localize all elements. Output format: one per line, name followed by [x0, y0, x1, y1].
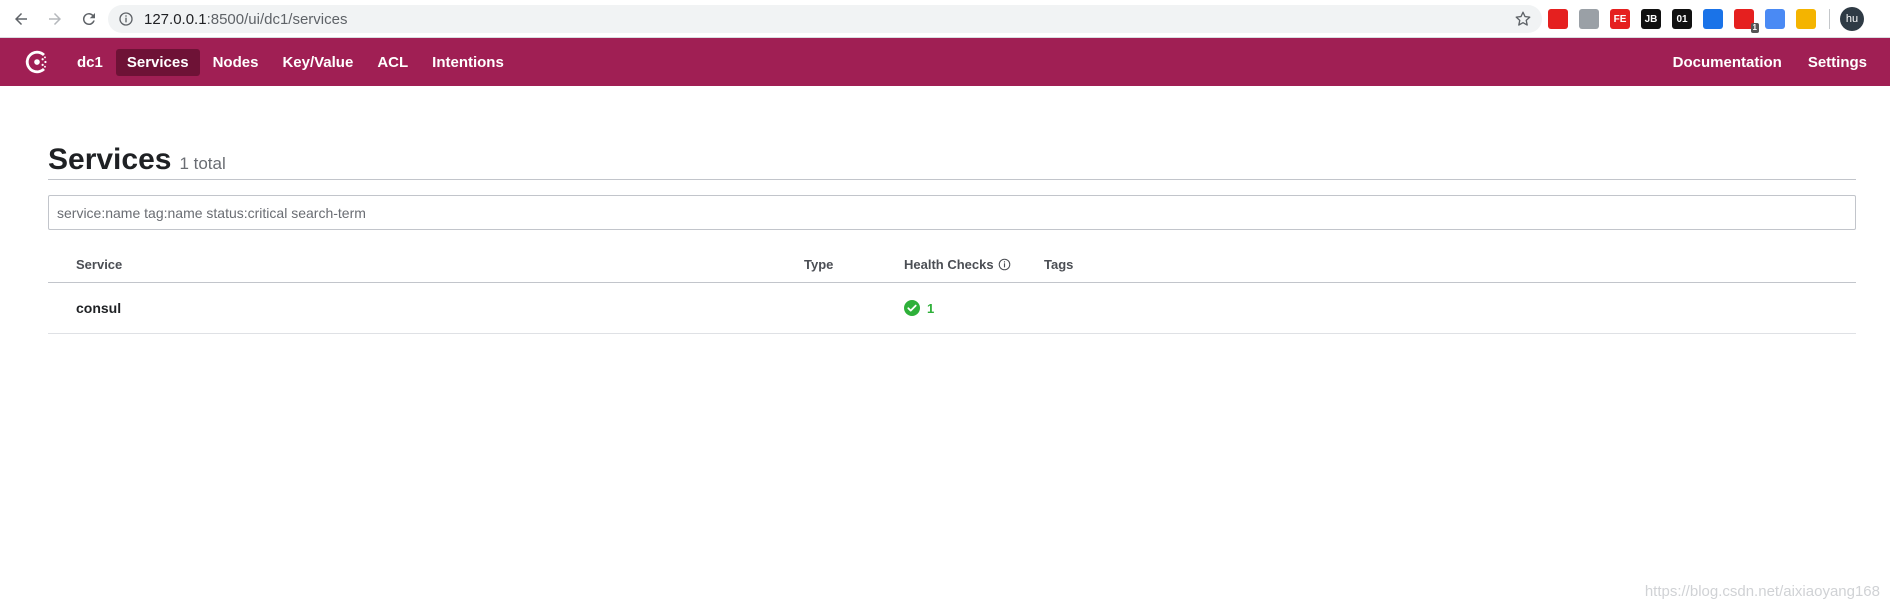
vue-icon[interactable] — [1703, 9, 1723, 29]
fe-icon[interactable]: FE — [1610, 9, 1630, 29]
consul-nav-bar: dc1 Services Nodes Key/Value ACL Intenti… — [0, 38, 1890, 86]
extension-badge: 1 — [1750, 23, 1759, 33]
translate-icon[interactable] — [1765, 9, 1785, 29]
nav-item-settings[interactable]: Settings — [1797, 49, 1878, 76]
column-header-type[interactable]: Type — [804, 257, 904, 272]
services-table: Service Type Health Checks Tags consul 1 — [48, 246, 1856, 334]
url-text: 127.0.0.1:8500/ui/dc1/services — [144, 10, 348, 28]
watermark-text: https://blog.csdn.net/aixiaoyang168 — [1644, 583, 1880, 600]
bookmark-star-icon[interactable] — [1514, 10, 1532, 28]
reload-icon[interactable] — [76, 6, 102, 32]
info-icon[interactable] — [998, 258, 1011, 271]
page-title: Services — [48, 143, 172, 176]
column-header-service[interactable]: Service — [48, 257, 804, 272]
adblock-icon[interactable] — [1548, 9, 1568, 29]
table-header: Service Type Health Checks Tags — [48, 246, 1856, 283]
page-header: Services 1 total — [48, 86, 1856, 180]
consul-logo-icon[interactable] — [22, 47, 52, 77]
nav-item-acl[interactable]: ACL — [366, 49, 419, 76]
column-header-tags[interactable]: Tags — [1044, 257, 1856, 272]
jb-icon[interactable]: JB — [1641, 9, 1661, 29]
browser-toolbar: 127.0.0.1:8500/ui/dc1/services FE JB 01 1 h… — [0, 0, 1890, 38]
health-cell: 1 — [904, 300, 1044, 316]
profile-avatar[interactable]: hu — [1840, 7, 1864, 31]
column-header-health-label: Health Checks — [904, 256, 994, 272]
service-cell: consul — [48, 300, 804, 316]
check-circle-icon — [904, 300, 920, 316]
01-label: 01 — [1676, 13, 1688, 25]
jb-label: JB — [1644, 13, 1658, 25]
column-header-health[interactable]: Health Checks — [904, 257, 1044, 272]
toolbar-divider — [1829, 9, 1830, 29]
info-icon[interactable] — [118, 11, 134, 27]
fe-label: FE — [1613, 13, 1627, 25]
forward-arrow-icon[interactable] — [42, 6, 68, 32]
nav-item-documentation[interactable]: Documentation — [1662, 49, 1793, 76]
nav-item-intentions[interactable]: Intentions — [421, 49, 515, 76]
search-input[interactable] — [48, 195, 1856, 230]
datacenter-selector[interactable]: dc1 — [66, 49, 114, 76]
nav-item-services[interactable]: Services — [115, 48, 200, 76]
passing-checks-count: 1 — [927, 300, 935, 316]
extensions-area: FE JB 01 1 hu — [1548, 7, 1864, 33]
01-icon[interactable]: 01 — [1672, 9, 1692, 29]
nav-item-key-value[interactable]: Key/Value — [271, 49, 364, 76]
dots-icon[interactable]: 1 — [1734, 9, 1759, 33]
tree-icon[interactable] — [1579, 9, 1599, 29]
total-count: 1 total — [179, 154, 226, 173]
house-icon[interactable] — [1796, 9, 1816, 29]
nav-item-nodes[interactable]: Nodes — [202, 49, 270, 76]
nav-right-group: Documentation Settings — [1660, 38, 1880, 86]
main-content: Services 1 total Service Type Health Che… — [48, 86, 1856, 334]
back-arrow-icon[interactable] — [8, 6, 34, 32]
table-row[interactable]: consul 1 — [48, 283, 1856, 334]
service-name-link[interactable]: consul — [76, 300, 121, 316]
address-bar[interactable]: 127.0.0.1:8500/ui/dc1/services — [108, 5, 1542, 33]
